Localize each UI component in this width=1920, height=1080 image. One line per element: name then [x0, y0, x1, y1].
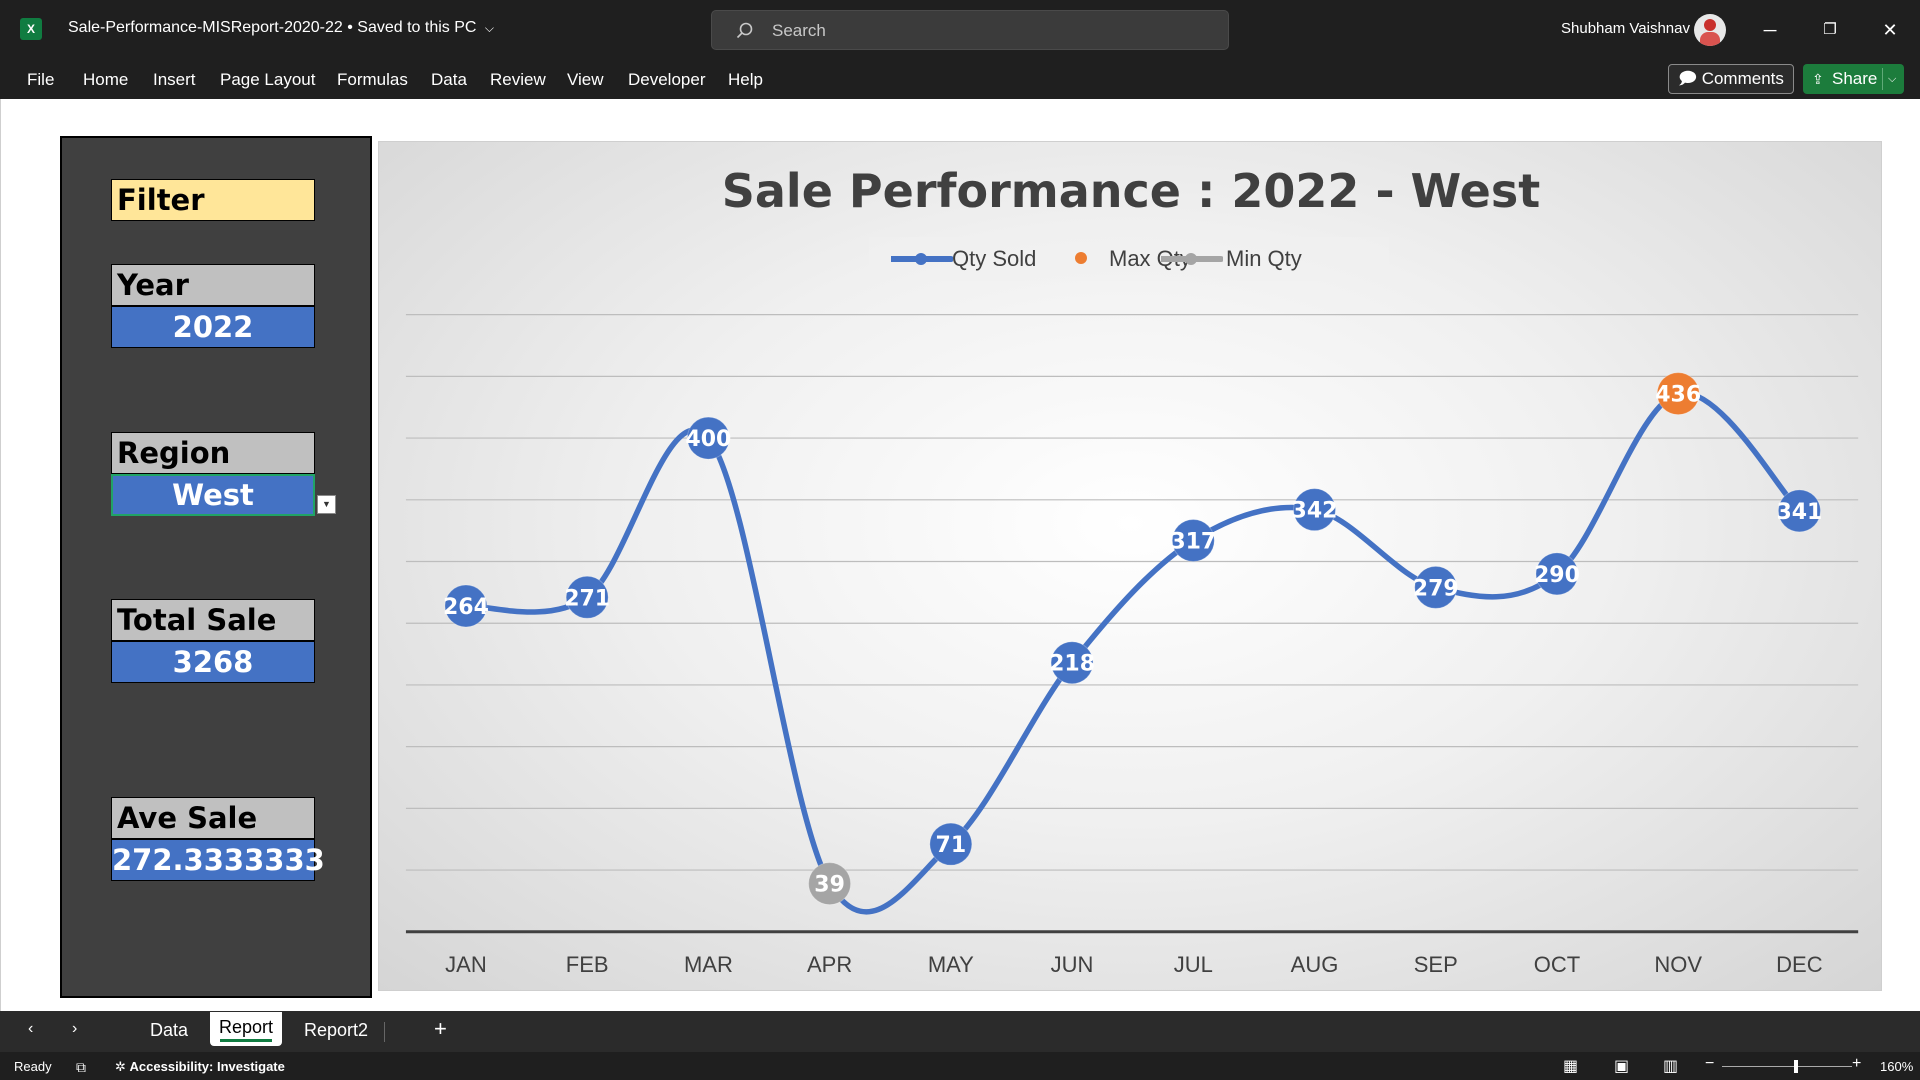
menu-view[interactable]: View [567, 70, 604, 90]
close-button[interactable]: ✕ [1875, 16, 1905, 44]
data-label: 279 [1413, 576, 1459, 601]
zoom-slider-thumb[interactable] [1794, 1060, 1798, 1073]
x-tick-label: JUL [1174, 952, 1213, 977]
legend-dot-swatch [1075, 252, 1087, 264]
year-value-cell[interactable]: 2022 [111, 306, 315, 348]
zoom-out-icon[interactable]: − [1705, 1055, 1714, 1073]
year-label-cell[interactable]: Year [111, 264, 315, 306]
avg-sale-value-cell[interactable]: 272.3333333 [111, 839, 325, 881]
accessibility-status[interactable]: ✲ Accessibility: Investigate [115, 1059, 285, 1075]
total-sale-value-cell[interactable]: 3268 [111, 641, 315, 683]
x-tick-label: JAN [445, 952, 487, 977]
menu-insert[interactable]: Insert [153, 70, 196, 90]
search-box[interactable]: Search [711, 10, 1229, 50]
x-tick-label: JUN [1051, 952, 1094, 977]
ribbon-tabs: File Home Insert Page Layout Formulas Da… [0, 59, 1920, 99]
region-value-cell[interactable]: West [111, 474, 315, 516]
excel-app-icon: X [20, 18, 42, 40]
zoom-level[interactable]: 160% [1880, 1059, 1913, 1074]
share-label: Share [1832, 69, 1878, 88]
data-label: 271 [564, 586, 610, 611]
sheet-tab-bar: ‹ › Data Report2 + [0, 1011, 1920, 1052]
chart-title[interactable]: Sale Performance : 2022 - West [379, 164, 1883, 218]
share-icon: ⇪ [1812, 71, 1824, 87]
share-button[interactable]: ⇪ Share ⌵ [1803, 64, 1904, 94]
legend-line-swatch [891, 253, 953, 265]
chart-legend[interactable]: Qty Sold Max Qty Min Qty [869, 237, 1389, 281]
status-ready: Ready [14, 1059, 52, 1074]
menu-formulas[interactable]: Formulas [337, 70, 408, 90]
macro-record-icon[interactable]: ⧉ [76, 1059, 86, 1076]
avatar[interactable] [1694, 14, 1726, 46]
legend-label: Min Qty [1226, 246, 1302, 271]
zoom-in-icon[interactable]: + [1852, 1055, 1861, 1073]
avg-sale-label-cell[interactable]: Ave Sale Qty [111, 797, 315, 875]
menu-data[interactable]: Data [431, 70, 467, 90]
data-label: 317 [1170, 530, 1216, 555]
user-name[interactable]: Shubham Vaishnav [1561, 20, 1690, 37]
chevron-left-icon[interactable]: ‹ [28, 1020, 33, 1038]
data-label: 71 [936, 833, 967, 858]
status-bar: Ready ⧉ ✲ Accessibility: Investigate ▦ ▣… [0, 1052, 1920, 1080]
menu-home[interactable]: Home [83, 70, 128, 90]
data-label: 400 [685, 427, 731, 452]
add-sheet-icon[interactable]: + [434, 1016, 447, 1042]
search-icon [736, 22, 753, 39]
x-tick-label: MAR [684, 952, 733, 977]
sales-chart[interactable]: 264 271 400 39 71 218 317 342 279 290 436 341 JAN FEB… [378, 141, 1882, 991]
comments-button[interactable]: 🗩 Comments [1668, 64, 1794, 94]
x-tick-label: SEP [1414, 952, 1458, 977]
search-placeholder: Search [772, 21, 826, 40]
region-dropdown-button[interactable]: ▼ [317, 495, 336, 514]
restore-button[interactable]: ❐ [1815, 16, 1845, 44]
page-layout-view-icon[interactable]: ▣ [1614, 1056, 1629, 1076]
save-status: Saved to this PC [357, 19, 477, 36]
comments-label: Comments [1701, 69, 1784, 88]
tab-report2[interactable]: Report2 [304, 1020, 368, 1041]
filter-header-cell[interactable]: Filter [111, 179, 315, 221]
menu-help[interactable]: Help [728, 70, 763, 90]
legend-label: Qty Sold [952, 246, 1037, 271]
normal-view-icon[interactable]: ▦ [1563, 1056, 1578, 1076]
menu-developer[interactable]: Developer [628, 70, 706, 90]
tab-report[interactable]: Report [210, 1012, 282, 1046]
file-name: Sale-Performance-MISReport-2020-22 [68, 19, 343, 36]
data-label: 290 [1534, 563, 1580, 588]
chevron-right-icon[interactable]: › [72, 1020, 77, 1038]
data-label: 39 [814, 873, 845, 898]
total-sale-label-cell[interactable]: Total Sale Qty [111, 599, 315, 677]
menu-file[interactable]: File [27, 70, 54, 90]
tab-data[interactable]: Data [150, 1020, 188, 1041]
x-tick-label: AUG [1291, 952, 1339, 977]
menu-review[interactable]: Review [490, 70, 546, 90]
x-tick-label: NOV [1654, 952, 1702, 977]
data-label: 218 [1049, 652, 1095, 677]
title-bar: X Sale-Performance-MISReport-2020-22 • S… [0, 0, 1920, 59]
x-tick-label: APR [807, 952, 852, 977]
x-tick-label: FEB [566, 952, 609, 977]
data-label: 341 [1776, 500, 1822, 525]
chevron-down-icon: ⌵ [484, 21, 495, 35]
x-tick-label: MAY [928, 952, 974, 977]
legend-line-swatch [1161, 253, 1223, 265]
minimize-button[interactable]: ─ [1755, 16, 1785, 44]
page-break-view-icon[interactable]: ▥ [1663, 1056, 1678, 1076]
qty-sold-line [463, 390, 1803, 915]
region-label-cell[interactable]: Region [111, 432, 315, 474]
data-label: 342 [1292, 499, 1338, 524]
zoom-slider[interactable] [1722, 1066, 1852, 1067]
x-tick-label: DEC [1776, 952, 1823, 977]
x-tick-label: OCT [1534, 952, 1580, 977]
share-dropdown-icon[interactable]: ⌵ [1888, 64, 1896, 94]
menu-page-layout[interactable]: Page Layout [220, 70, 315, 90]
data-label: 264 [443, 595, 489, 620]
comment-icon: 🗩 [1678, 69, 1697, 88]
data-label: 436 [1655, 383, 1701, 408]
tab-label: Report [218, 1017, 274, 1037]
document-title[interactable]: Sale-Performance-MISReport-2020-22 • Sav… [68, 19, 494, 37]
accessibility-icon: ✲ [115, 1059, 126, 1074]
